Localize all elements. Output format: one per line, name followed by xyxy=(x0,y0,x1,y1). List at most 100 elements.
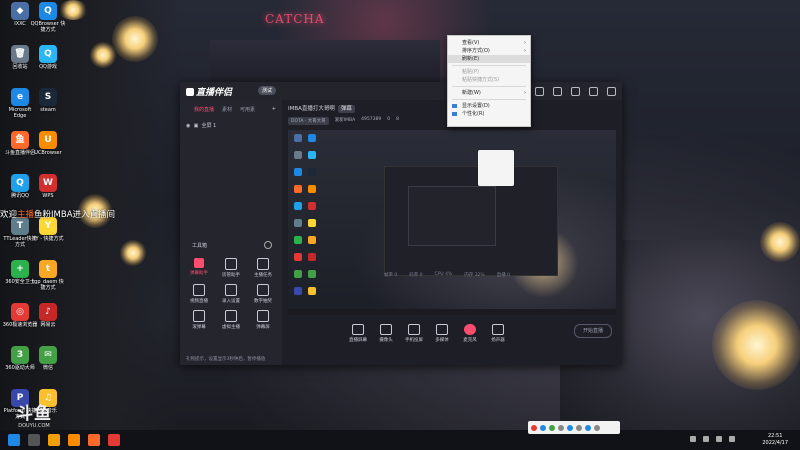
context-menu-item[interactable]: 粘贴快捷方式(S) xyxy=(448,76,530,84)
preview-icon xyxy=(308,236,316,244)
desktop-icon[interactable]: U UCBrowser xyxy=(30,131,66,157)
taskbar-clock[interactable]: 22:51 2022/4/17 xyxy=(762,433,788,447)
tool-label: 滚弹幕 xyxy=(192,325,206,330)
ime-icon[interactable] xyxy=(585,424,591,431)
control-icon xyxy=(492,324,504,335)
ime-icon[interactable] xyxy=(558,424,564,431)
context-menu-label: 粘贴快捷方式(S) xyxy=(462,77,500,83)
app-icon: e xyxy=(11,88,29,106)
control-button[interactable]: 摄像头 xyxy=(372,324,400,343)
stream-preview[interactable] xyxy=(288,130,616,315)
desktop-icon[interactable]: W WPS xyxy=(30,174,66,200)
scene-item[interactable]: ◉ ▣ 全屏 1 xyxy=(186,122,276,129)
tool-item[interactable]: 滚弹幕 xyxy=(186,310,212,330)
context-menu-item[interactable]: 粘贴(P) xyxy=(448,68,530,76)
taskbar-app-icon[interactable] xyxy=(48,434,60,446)
ime-icon[interactable] xyxy=(540,424,546,431)
status-cpu: CPU 4% xyxy=(434,272,453,277)
context-menu-item[interactable]: 显示设置(D) xyxy=(448,102,530,110)
preview-icon xyxy=(308,168,316,176)
preview-icon xyxy=(294,151,302,159)
app-icon: 鱼 xyxy=(11,131,29,149)
app-icon: Q xyxy=(39,45,57,63)
menu-separator xyxy=(452,86,526,87)
scene-label: 全屏 1 xyxy=(201,123,217,129)
taskbar-app-icon[interactable] xyxy=(88,434,100,446)
control-button[interactable]: 手机投屏 xyxy=(400,324,428,343)
tool-item[interactable]: 虚拟主播 xyxy=(218,310,244,330)
city-neon-sign: CATCHA xyxy=(265,12,325,26)
network-icon[interactable] xyxy=(703,436,709,442)
context-menu-item[interactable]: 个性化(R) xyxy=(448,110,530,118)
tool-icon xyxy=(194,258,204,268)
context-menu-label: 排序方式(O) xyxy=(462,48,490,54)
tab-available[interactable]: 可用素 xyxy=(240,106,255,113)
preview-icon xyxy=(294,185,302,193)
desktop-icon-label: 网易云 xyxy=(40,322,56,328)
context-menu-item[interactable]: 查看(V) › xyxy=(448,39,530,47)
status-bitrate: 码率 0 xyxy=(409,273,423,278)
input-method-bar[interactable] xyxy=(528,421,620,434)
desktop-icon-label: steam xyxy=(40,107,56,113)
tool-item[interactable]: 数字抽奖 xyxy=(250,284,276,304)
taskbar-app-icon[interactable] xyxy=(108,434,120,446)
taskbar-app-icon[interactable] xyxy=(68,434,80,446)
context-menu-item[interactable]: 刷新(E) xyxy=(448,55,530,63)
desktop-icon[interactable]: Y YY - 快捷方式 xyxy=(30,217,66,243)
tab-my-live[interactable]: 我的直播 xyxy=(194,106,214,113)
chevron-up-icon[interactable] xyxy=(690,436,696,442)
tool-item[interactable]: 视频直播 xyxy=(186,284,212,304)
desktop-icon[interactable]: ♪ 网易云 xyxy=(30,303,66,329)
context-menu-label: 新建(W) xyxy=(462,90,481,96)
preview-context-menu xyxy=(478,150,514,186)
volume-icon[interactable] xyxy=(716,436,722,442)
preview-icon xyxy=(308,134,316,142)
desktop-icon[interactable]: Q QQBrowser 快捷方式 xyxy=(30,2,66,34)
taskbar xyxy=(0,430,800,450)
ime-icon[interactable] xyxy=(531,424,537,431)
lock-icon[interactable]: ▣ xyxy=(194,123,199,129)
close-icon[interactable] xyxy=(607,87,616,96)
system-tray xyxy=(690,436,735,442)
preview-icon xyxy=(308,151,316,159)
start-icon[interactable] xyxy=(8,434,20,446)
control-button[interactable]: 直播屏幕 xyxy=(344,324,372,343)
mail-icon[interactable] xyxy=(535,87,544,96)
desktop-icon[interactable]: ✉ 微信 xyxy=(30,346,66,372)
title-bar[interactable]: 直播伴侣 测试 xyxy=(180,82,622,100)
ime-icon[interactable] xyxy=(549,424,555,431)
add-tab-button[interactable]: + xyxy=(272,106,276,113)
ime-icon[interactable] xyxy=(576,424,582,431)
tab-material[interactable]: 素材 xyxy=(222,106,232,113)
desktop-icon[interactable]: t tgp_daem 快捷方式 xyxy=(30,260,66,292)
clock-time: 22:51 xyxy=(767,433,783,439)
eye-icon[interactable]: ◉ xyxy=(186,123,190,129)
tool-item[interactable]: 录入设置 xyxy=(218,284,244,304)
skin-icon[interactable] xyxy=(553,87,562,96)
tools-collapse-icon[interactable] xyxy=(264,241,272,249)
language-icon[interactable] xyxy=(729,436,735,442)
search-icon[interactable] xyxy=(28,434,40,446)
menu-icon[interactable] xyxy=(571,87,580,96)
control-button[interactable]: 多媒体 xyxy=(428,324,456,343)
tool-label: 录入设置 xyxy=(222,299,240,304)
app-icon: U xyxy=(39,131,57,149)
preview-icon xyxy=(294,287,302,295)
desktop-icon[interactable]: Q QQ游戏 xyxy=(30,45,66,71)
tool-item[interactable]: 弹幕屏 xyxy=(250,310,276,330)
tool-label: 视频直播 xyxy=(190,299,208,304)
status-bar: 帧率 0 码率 0 CPU 4% 内存 32% 直播 0 xyxy=(180,272,520,278)
control-button[interactable]: 扬声器 xyxy=(484,324,512,343)
context-menu-item[interactable]: 排序方式(O) › xyxy=(448,47,530,55)
ime-icon[interactable] xyxy=(567,424,573,431)
minimize-icon[interactable] xyxy=(589,87,598,96)
desktop-icon[interactable]: Ssteam xyxy=(30,88,66,114)
context-menu-item[interactable]: 新建(W) › xyxy=(448,89,530,97)
room-category[interactable]: DOTA · 大哥大哥 xyxy=(288,117,329,125)
tool-icon xyxy=(225,258,237,270)
ime-icon[interactable] xyxy=(594,424,600,431)
context-menu-label: 查看(V) xyxy=(462,40,480,46)
preview-icon xyxy=(294,219,302,227)
start-live-button[interactable]: 开始直播 xyxy=(574,324,612,338)
control-button[interactable]: 麦克风 xyxy=(456,324,484,343)
